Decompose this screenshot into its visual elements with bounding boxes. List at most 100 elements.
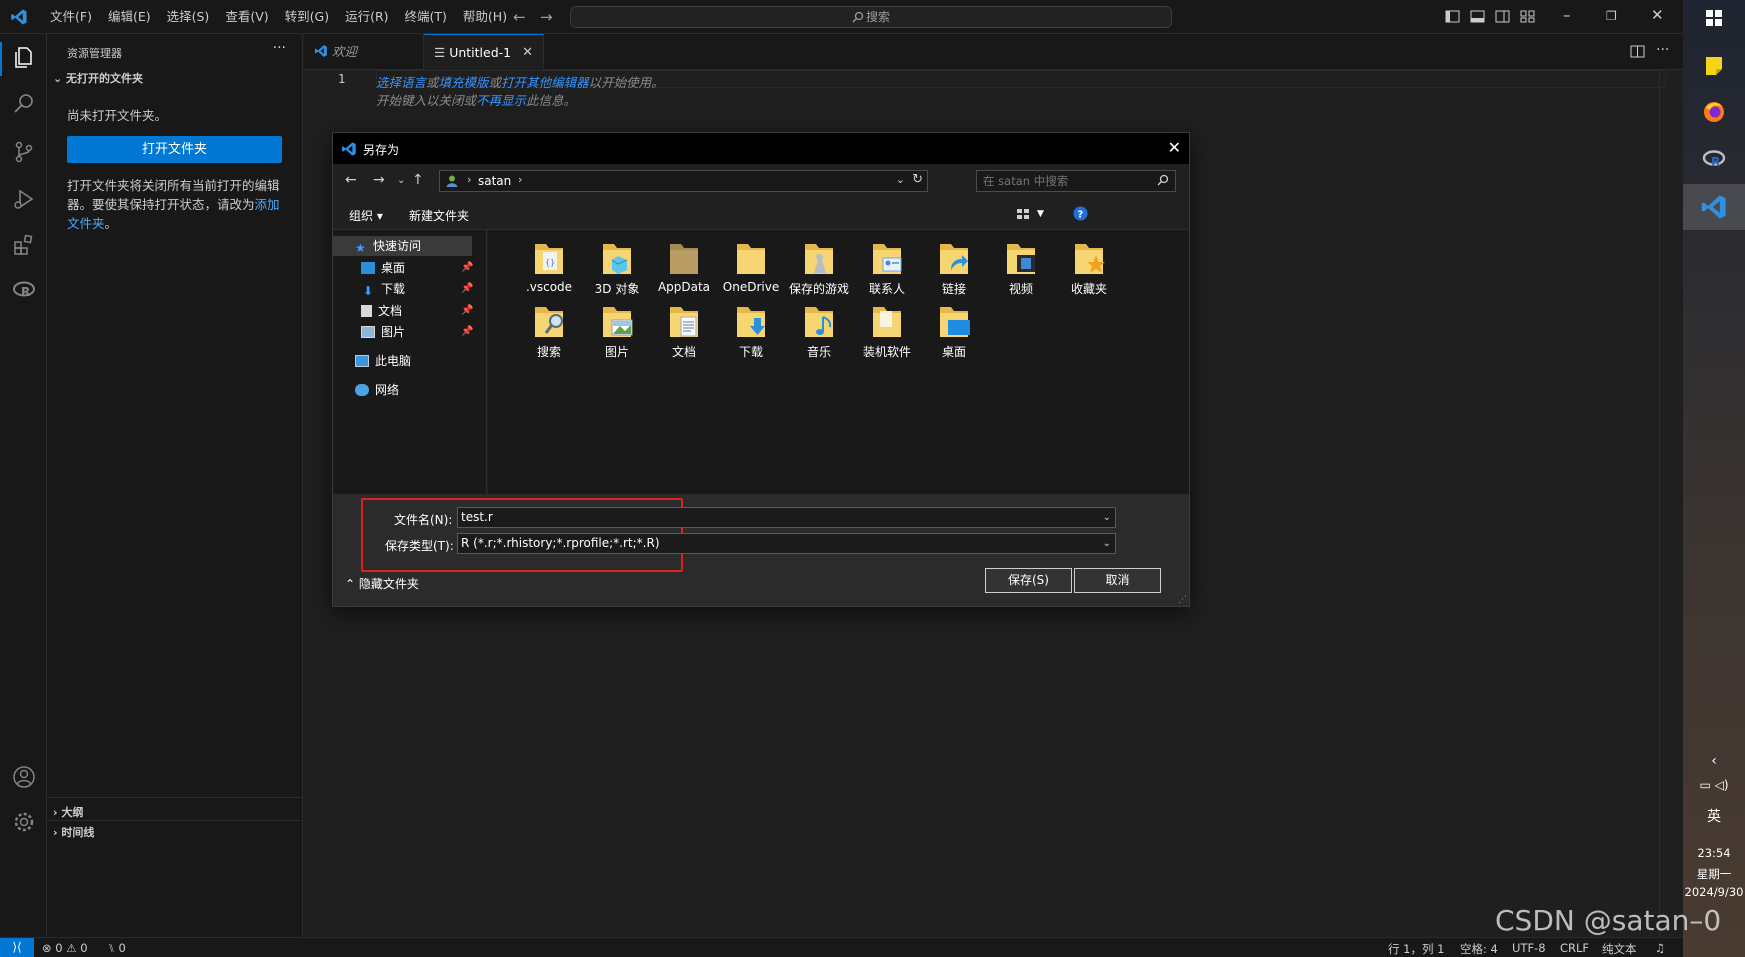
address-bar[interactable]: › satan › ⌄ ↻ <box>439 170 928 192</box>
firefox-icon[interactable] <box>1700 98 1728 126</box>
folder-item[interactable]: 视频 <box>986 240 1056 297</box>
toggle-primary-sidebar-icon[interactable] <box>1445 9 1460 24</box>
address-dropdown-icon[interactable]: ⌄ <box>896 173 905 186</box>
filetype-select[interactable]: R (*.r;*.rhistory;*.rprofile;*.rt;*.R) ⌄ <box>457 533 1116 554</box>
menu-edit[interactable]: 编辑(E) <box>100 0 159 34</box>
menu-view[interactable]: 查看(V) <box>217 0 276 34</box>
encoding[interactable]: UTF-8 <box>1512 941 1546 955</box>
search-icon[interactable] <box>11 91 37 117</box>
folder-item[interactable]: {} .vscode <box>514 240 584 294</box>
nav-network[interactable]: 网络 <box>355 380 475 400</box>
view-dropdown-icon[interactable]: ▼ <box>1037 209 1044 219</box>
nav-this-pc[interactable]: 此电脑 <box>355 351 475 371</box>
split-editor-icon[interactable] <box>1630 44 1645 59</box>
folder-item[interactable]: 链接 <box>919 240 989 297</box>
menu-help[interactable]: 帮助(H) <box>455 0 515 34</box>
refresh-icon[interactable]: ↻ <box>912 172 923 187</box>
folder-search-input[interactable] <box>983 173 1143 189</box>
view-options-icon[interactable] <box>1016 207 1030 221</box>
restore-icon[interactable]: ❐ <box>1606 9 1617 23</box>
pin-icon[interactable]: 📌 <box>461 279 473 299</box>
resize-grip-icon[interactable]: ⋰ <box>1178 595 1187 605</box>
folder-item[interactable]: 桌面 <box>919 303 989 360</box>
tab-welcome[interactable]: 欢迎 <box>304 34 424 70</box>
problems-indicator[interactable]: ⊗ 0 ⚠ 0 <box>42 941 88 955</box>
indentation[interactable]: 空格: 4 <box>1460 941 1498 957</box>
up-arrow-icon[interactable]: ↑ <box>412 172 424 188</box>
window-close-icon[interactable]: ✕ <box>1651 6 1664 24</box>
folder-item[interactable]: 文档 <box>649 303 719 360</box>
outline-section-header[interactable]: › 大纲 <box>53 804 83 820</box>
r-language-icon[interactable]: R <box>11 277 37 303</box>
menu-selection[interactable]: 选择(S) <box>159 0 218 34</box>
save-button[interactable]: 保存(S) <box>985 568 1072 593</box>
nav-desktop[interactable]: 桌面 📌 <box>361 258 473 278</box>
menu-go[interactable]: 转到(G) <box>277 0 337 34</box>
menu-terminal[interactable]: 终端(T) <box>397 0 455 34</box>
back-arrow-icon[interactable]: ← <box>513 8 526 26</box>
extensions-icon[interactable] <box>11 232 37 258</box>
editor-scrollbar[interactable] <box>1659 70 1673 937</box>
network-volume-icon[interactable]: ▭ ◁) <box>1683 778 1745 792</box>
nav-pictures[interactable]: 图片 📌 <box>361 322 473 342</box>
notifications-bell-icon[interactable]: ♫ <box>1655 941 1665 955</box>
folder-item[interactable]: 图片 <box>582 303 652 360</box>
folder-item[interactable]: 装机软件 <box>852 303 922 360</box>
explorer-icon[interactable] <box>11 44 37 70</box>
close-tab-icon[interactable]: ✕ <box>522 35 533 71</box>
settings-gear-icon[interactable] <box>11 809 37 835</box>
menu-run[interactable]: 运行(R) <box>337 0 396 34</box>
cancel-button[interactable]: 取消 <box>1074 568 1161 593</box>
forward-arrow-icon[interactable]: → <box>540 8 553 26</box>
folder-item[interactable]: 收藏夹 <box>1054 240 1124 297</box>
folder-item[interactable]: OneDrive <box>716 240 786 294</box>
toggle-secondary-sidebar-icon[interactable] <box>1495 9 1510 24</box>
cursor-position[interactable]: 行 1，列 1 <box>1388 941 1444 957</box>
folder-item[interactable]: 音乐 <box>784 303 854 360</box>
more-actions-icon[interactable]: ··· <box>273 40 286 56</box>
show-hidden-icons-chevron-icon[interactable]: ‹ <box>1683 753 1745 769</box>
nav-quick-access[interactable]: ★ 快速访问 <box>333 236 472 256</box>
open-other-editor-link[interactable]: 打开其他编辑器 <box>501 75 589 90</box>
more-actions-icon[interactable]: ··· <box>1656 42 1669 58</box>
nav-documents[interactable]: 文档 📌 <box>361 301 473 321</box>
vscode-taskbar-icon[interactable] <box>1700 193 1728 221</box>
folder-item[interactable]: 搜索 <box>514 303 584 360</box>
pin-icon[interactable]: 📌 <box>461 322 473 342</box>
no-folder-section-header[interactable]: ⌄ 无打开的文件夹 <box>53 70 143 86</box>
run-debug-icon[interactable] <box>11 186 37 212</box>
back-arrow-icon[interactable]: ← <box>345 172 357 188</box>
account-icon[interactable] <box>11 764 37 790</box>
folder-search-box[interactable] <box>976 170 1176 192</box>
organize-button[interactable]: 组织 ▾ <box>349 207 383 224</box>
pin-icon[interactable]: 📌 <box>461 301 473 321</box>
tab-untitled-1[interactable]: ☰ Untitled-1 ✕ <box>424 34 544 70</box>
menu-file[interactable]: 文件(F) <box>42 0 100 34</box>
input-method-indicator[interactable]: 英 <box>1683 806 1745 826</box>
chevron-down-icon[interactable]: ⌄ <box>1103 534 1111 553</box>
folder-item[interactable]: AppData <box>649 240 719 294</box>
sticky-notes-icon[interactable] <box>1700 52 1728 80</box>
folder-item[interactable]: 下载 <box>716 303 786 360</box>
customize-layout-icon[interactable] <box>1520 9 1535 24</box>
recent-locations-chevron-icon[interactable]: ⌄ <box>397 175 405 186</box>
toggle-panel-icon[interactable] <box>1470 9 1485 24</box>
nav-downloads[interactable]: ⬇ 下载 📌 <box>361 279 473 299</box>
clock-time[interactable]: 23:54 <box>1683 846 1745 860</box>
select-language-link[interactable]: 选择语言 <box>376 75 426 90</box>
help-icon[interactable]: ? <box>1073 206 1088 221</box>
folder-item[interactable]: 3D 对象 <box>582 240 652 297</box>
pin-icon[interactable]: 📌 <box>461 258 473 278</box>
timeline-section-header[interactable]: › 时间线 <box>53 824 94 840</box>
forward-arrow-icon[interactable]: → <box>373 172 385 188</box>
end-of-line[interactable]: CRLF <box>1560 941 1589 955</box>
address-path[interactable]: satan <box>478 174 511 188</box>
dialog-close-icon[interactable]: ✕ <box>1168 138 1181 157</box>
source-control-icon[interactable] <box>11 139 37 165</box>
language-mode[interactable]: 纯文本 <box>1602 941 1637 957</box>
hide-folders-toggle[interactable]: ⌃ 隐藏文件夹 <box>345 575 419 592</box>
filename-input[interactable]: test.r ⌄ <box>457 507 1116 528</box>
new-folder-button[interactable]: 新建文件夹 <box>409 207 469 224</box>
dont-show-again-link[interactable]: 不再显示 <box>476 93 526 108</box>
command-center-search[interactable]: 搜索 <box>570 6 1172 28</box>
